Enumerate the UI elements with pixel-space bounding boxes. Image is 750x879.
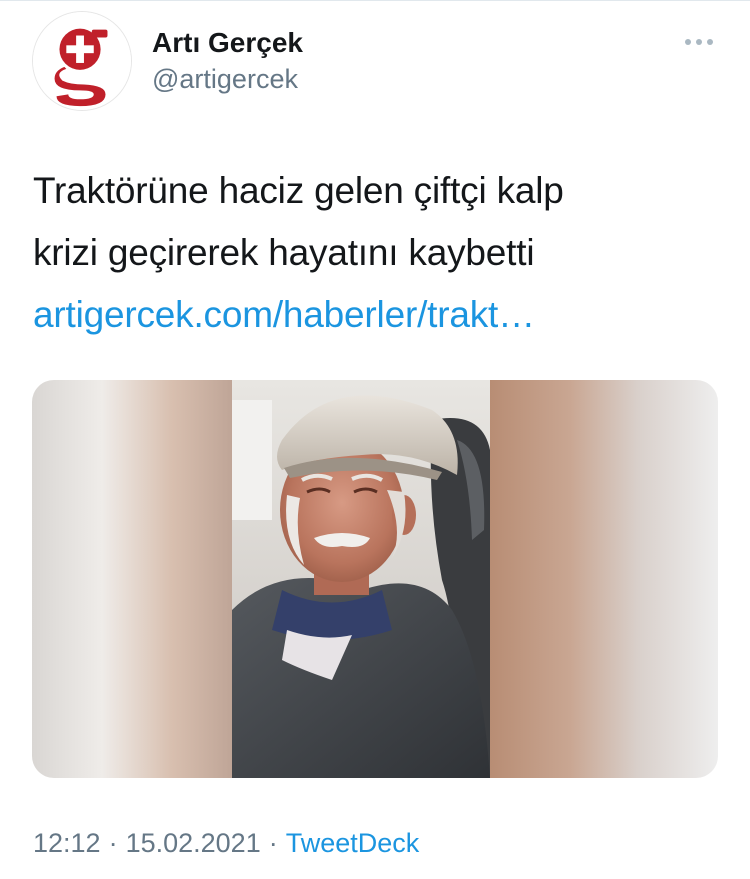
article-link[interactable]: artigercek.com/haberler/trakt… bbox=[33, 284, 713, 346]
avatar[interactable] bbox=[32, 11, 132, 111]
tweet-source-link[interactable]: TweetDeck bbox=[286, 828, 420, 858]
tweet-time[interactable]: 12:12 bbox=[33, 828, 101, 858]
tweet-date[interactable]: 15.02.2021 bbox=[126, 828, 261, 858]
tweet-text-line: Traktörüne haciz gelen çiftçi kalp bbox=[33, 170, 564, 211]
photo-elderly-man bbox=[32, 380, 718, 778]
display-name[interactable]: Artı Gerçek bbox=[152, 26, 303, 60]
tweet-text-line: krizi geçirerek hayatını kaybetti bbox=[33, 232, 535, 273]
top-divider bbox=[0, 0, 750, 1]
tweet-text: Traktörüne haciz gelen çiftçi kalp krizi… bbox=[33, 160, 713, 346]
meta-separator: · bbox=[108, 828, 118, 858]
more-horizontal-icon bbox=[685, 39, 713, 45]
tweet-photo[interactable] bbox=[32, 380, 718, 778]
more-options-button[interactable] bbox=[680, 30, 720, 54]
artigercek-logo-icon bbox=[33, 12, 131, 110]
tweet-meta: 12:12 · 15.02.2021 · TweetDeck bbox=[33, 826, 419, 860]
meta-separator: · bbox=[268, 828, 278, 858]
user-handle[interactable]: @artigercek bbox=[152, 62, 298, 96]
